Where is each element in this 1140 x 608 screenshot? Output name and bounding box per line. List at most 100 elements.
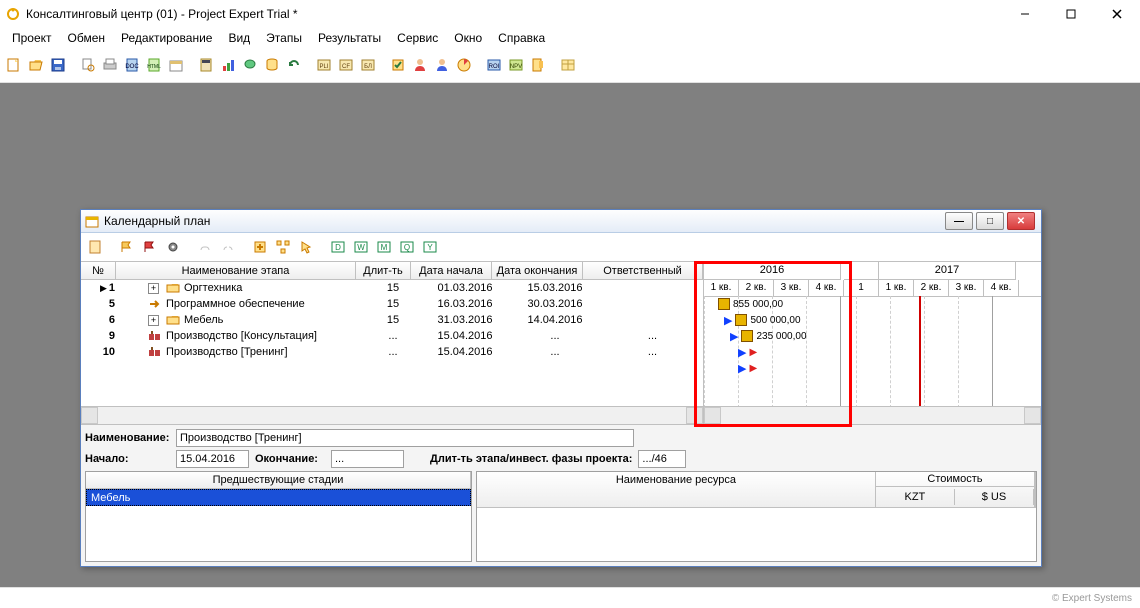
tb-print-icon[interactable] <box>100 55 120 75</box>
label-start: Начало: <box>85 453 170 465</box>
menu-stages[interactable]: Этапы <box>258 29 310 47</box>
menu-project[interactable]: Проект <box>4 29 60 47</box>
cell-name: Производство [Консультация] <box>120 328 364 344</box>
close-button[interactable] <box>1094 0 1140 28</box>
mdi-tb-flag2-icon[interactable] <box>140 237 160 257</box>
status-text: © Expert Systems <box>1052 593 1132 604</box>
mdi-tb-tree-icon[interactable] <box>273 237 293 257</box>
minimize-button[interactable] <box>1002 0 1048 28</box>
mdi-tb-unlink-icon[interactable] <box>218 237 238 257</box>
tb-bl-icon[interactable]: БЛ <box>358 55 378 75</box>
gantt-row-1: 855 000,00 <box>718 297 783 311</box>
col-head-num[interactable]: № <box>81 262 116 279</box>
table-row[interactable]: 6+Мебель1531.03.201614.04.2016 <box>81 312 703 328</box>
col-head-end[interactable]: Дата окончания <box>492 262 583 279</box>
gantt-chart[interactable]: 20161 кв.2 кв.3 кв.4 кв.120171 кв.2 кв.3… <box>704 262 1041 424</box>
tb-print-preview-icon[interactable] <box>78 55 98 75</box>
input-name[interactable] <box>176 429 634 447</box>
tb-cf-icon[interactable]: CF <box>336 55 356 75</box>
tb-roi-icon[interactable]: ROI <box>484 55 504 75</box>
mdi-tb-cursor-icon[interactable] <box>296 237 316 257</box>
tb-grid-icon[interactable] <box>558 55 578 75</box>
tb-new-icon[interactable] <box>4 55 24 75</box>
table-row[interactable]: 5Программное обеспечение1516.03.201630.0… <box>81 296 703 312</box>
input-start[interactable] <box>176 450 249 468</box>
cell-name: +Мебель <box>120 312 364 328</box>
tb-doc-icon[interactable]: DOC <box>122 55 142 75</box>
expand-icon[interactable]: + <box>148 283 159 294</box>
mdi-maximize-button[interactable]: □ <box>976 212 1004 230</box>
calendar-icon <box>85 214 99 228</box>
grid-hscroll[interactable] <box>81 406 703 424</box>
cell-end: 14.04.2016 <box>508 312 603 328</box>
tb-refresh-icon[interactable] <box>284 55 304 75</box>
mdi-tb-w-icon[interactable]: W <box>351 237 371 257</box>
table-row[interactable]: 9Производство [Консультация]...15.04.201… <box>81 328 703 344</box>
menu-edit[interactable]: Редактирование <box>113 29 220 47</box>
gantt-hscroll[interactable] <box>704 406 1041 424</box>
today-line <box>919 296 921 408</box>
mdi-tb-q-icon[interactable]: Q <box>397 237 417 257</box>
tb-db-icon[interactable] <box>262 55 282 75</box>
quarter-label: 4 кв. <box>809 280 844 297</box>
tb-calc-icon[interactable] <box>196 55 216 75</box>
menu-exchange[interactable]: Обмен <box>60 29 114 47</box>
menu-view[interactable]: Вид <box>220 29 258 47</box>
table-row[interactable]: 10Производство [Тренинг]...15.04.2016...… <box>81 344 703 360</box>
col-head-resp[interactable]: Ответственный <box>583 262 703 279</box>
menu-service[interactable]: Сервис <box>389 29 446 47</box>
tb-report-icon[interactable] <box>528 55 548 75</box>
tb-balloon-icon[interactable] <box>240 55 260 75</box>
expand-icon[interactable]: + <box>148 315 159 326</box>
mdi-tb-link-icon[interactable] <box>195 237 215 257</box>
prev-stages-header: Предшествующие стадии <box>86 472 471 488</box>
input-duration[interactable] <box>638 450 686 468</box>
input-end[interactable] <box>331 450 404 468</box>
tb-chart-icon[interactable] <box>218 55 238 75</box>
tb-check-icon[interactable] <box>388 55 408 75</box>
tb-user1-icon[interactable] <box>410 55 430 75</box>
year-label: 2016 <box>704 262 841 280</box>
mdi-tb-gear-icon[interactable] <box>163 237 183 257</box>
col-head-dur[interactable]: Длит-ть <box>356 262 411 279</box>
maximize-button[interactable] <box>1048 0 1094 28</box>
cell-resp <box>603 296 703 312</box>
mdi-tb-y-icon[interactable]: Y <box>420 237 440 257</box>
menubar: Проект Обмен Редактирование Вид Этапы Ре… <box>0 28 1140 48</box>
mdi-minimize-button[interactable]: — <box>945 212 973 230</box>
tb-pie-icon[interactable] <box>454 55 474 75</box>
svg-text:D: D <box>335 243 341 252</box>
svg-text:NPV: NPV <box>510 64 522 70</box>
gantt-row-2: ▶ 500 000,00 <box>724 313 801 327</box>
quarter-label: 3 кв. <box>774 280 809 297</box>
mdi-close-button[interactable]: ✕ <box>1007 212 1035 230</box>
year-label: 2017 <box>879 262 1016 280</box>
menu-help[interactable]: Справка <box>490 29 553 47</box>
mdi-tb-add-icon[interactable] <box>250 237 270 257</box>
cell-name: Производство [Тренинг] <box>120 344 364 360</box>
menu-window[interactable]: Окно <box>446 29 490 47</box>
mdi-tb-new-icon[interactable] <box>85 237 105 257</box>
tb-calendar-icon[interactable] <box>166 55 186 75</box>
mdi-title: Календарный план <box>104 214 945 228</box>
tb-save-icon[interactable] <box>48 55 68 75</box>
tb-pli-icon[interactable]: PLI <box>314 55 334 75</box>
calendar-plan-window: Календарный план — □ ✕ <box>80 209 1042 567</box>
gantt-header: 20161 кв.2 кв.3 кв.4 кв.120171 кв.2 кв.3… <box>704 262 1041 297</box>
tb-user2-icon[interactable] <box>432 55 452 75</box>
svg-text:W: W <box>357 243 365 252</box>
prev-stage-item[interactable]: Мебель <box>86 489 471 506</box>
tb-open-icon[interactable] <box>26 55 46 75</box>
mdi-tb-flag1-icon[interactable] <box>117 237 137 257</box>
tb-npv-icon[interactable]: NPV <box>506 55 526 75</box>
cell-dur: 15 <box>364 312 423 328</box>
menu-results[interactable]: Результаты <box>310 29 389 47</box>
mdi-tb-d-icon[interactable]: D <box>328 237 348 257</box>
mdi-tb-m-icon[interactable]: M <box>374 237 394 257</box>
tb-html-icon[interactable]: HTML <box>144 55 164 75</box>
svg-text:HTML: HTML <box>147 64 161 70</box>
col-head-name[interactable]: Наименование этапа <box>116 262 356 279</box>
cell-start: 15.04.2016 <box>423 344 508 360</box>
table-row[interactable]: ▶1+Оргтехника1501.03.201615.03.2016 <box>81 280 703 296</box>
col-head-start[interactable]: Дата начала <box>411 262 492 279</box>
